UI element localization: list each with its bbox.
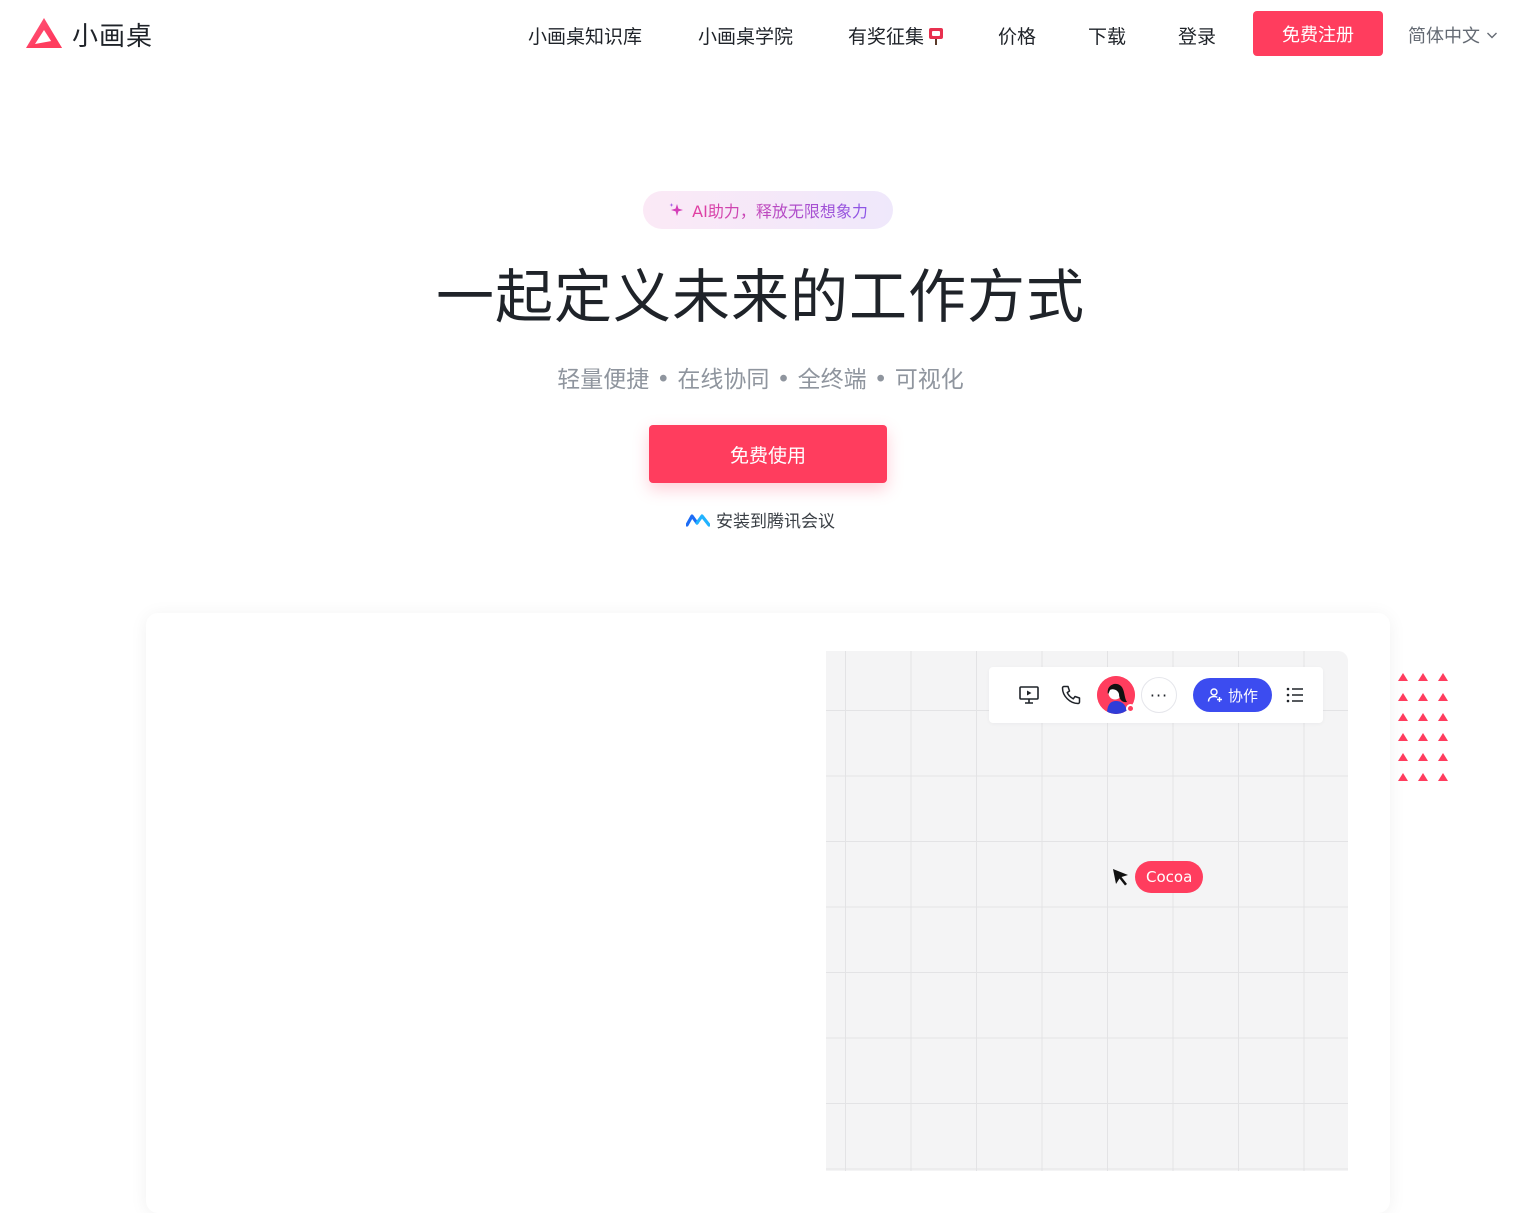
nav-login[interactable]: 登录 [1178,22,1216,49]
nav-academy[interactable]: 小画桌学院 [698,22,793,49]
list-icon[interactable] [1283,683,1307,707]
collaborate-label: 协作 [1227,686,1258,705]
tencent-link-label: 安装到腾讯会议 [716,512,835,532]
chevron-down-icon [1487,32,1497,39]
nav-knowledge-base[interactable]: 小画桌知识库 [528,22,642,49]
user-plus-icon [1207,688,1222,702]
nav-contest[interactable]: 有奖征集 [848,22,944,49]
language-select[interactable]: 简体中文 [1408,22,1498,48]
canvas-toolbar: ··· 协作 [989,667,1323,723]
logo-icon [26,18,62,48]
more-button[interactable]: ··· [1141,677,1177,713]
hero-title: 一起定义未来的工作方式 [435,263,1085,331]
logo[interactable]: 小画桌 [24,14,153,54]
online-status-dot [1126,704,1135,713]
decorative-triangles [1398,673,1448,781]
nav-download[interactable]: 下载 [1088,22,1126,49]
sparkle-icon [669,203,684,216]
signup-button[interactable]: 免费注册 [1253,11,1383,56]
collaborate-button[interactable]: 协作 [1193,678,1272,712]
ai-badge[interactable]: AI助力，释放无限想象力 [643,191,893,229]
cursor-arrow-icon [1113,869,1128,886]
nav-contest-label: 有奖征集 [848,26,925,48]
logo-text: 小画桌 [72,21,154,52]
product-preview: ··· 协作 Cocoa [146,613,1390,1213]
free-use-button[interactable]: 免费使用 [649,425,887,483]
cursor-user-tag: Cocoa [1135,861,1204,893]
tencent-meeting-icon [686,513,710,527]
ai-badge-text: AI助力，释放无限想象力 [692,198,868,222]
language-label: 简体中文 [1408,26,1480,47]
install-tencent-meeting-link[interactable]: 安装到腾讯会议 [0,507,1521,532]
site-header: 小画桌 小画桌知识库 小画桌学院 有奖征集 价格 下载 登录 免费注册 简体中文 [0,0,1521,70]
phone-icon[interactable] [1059,683,1083,707]
present-icon[interactable] [1017,683,1041,707]
whiteboard-canvas[interactable]: ··· 协作 Cocoa [826,651,1348,1171]
mailbox-icon [929,27,944,45]
nav-pricing[interactable]: 价格 [998,22,1036,49]
hero-subtitle: 轻量便捷 • 在线协同 • 全终端 • 可视化 [557,367,964,393]
